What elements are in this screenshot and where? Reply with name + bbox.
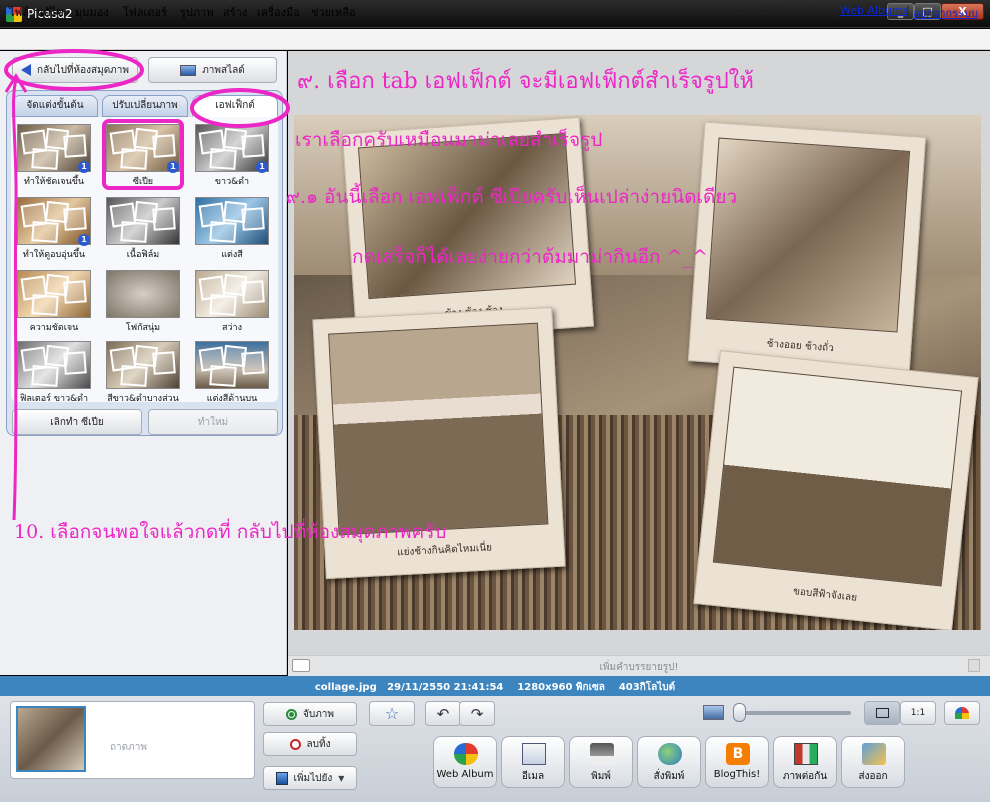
annotation-circle-tab — [190, 88, 290, 128]
annotation-step-9-detail: เราเลือกครับเหมือนมาม่าเลยสำเร็จรูป — [295, 129, 603, 151]
annotation-arrow-line — [12, 79, 18, 521]
annotation-overlay — [4, 49, 290, 521]
annotation-step-9-1-detail: กดเสร็จก็ได้เลยง่ายกว่าต้มมาม่ากินอีก ^_… — [352, 246, 708, 268]
annotation-box-sepia — [102, 119, 184, 190]
annotation-step-9: ๙. เลือก tab เอฟเฟ็กต์ จะมีเอฟเฟ็กต์สำเร… — [297, 69, 754, 94]
annotation-circle-back — [4, 49, 144, 91]
annotation-step-10: 10. เลือกจนพอใจแล้วกดที่ กลับไปที่ห้องสม… — [14, 521, 447, 543]
annotation-step-9-1: ๙.๑ อันนี้เลือก เอฟเฟ็กต์ ซีเปียครับเห็น… — [286, 186, 738, 208]
